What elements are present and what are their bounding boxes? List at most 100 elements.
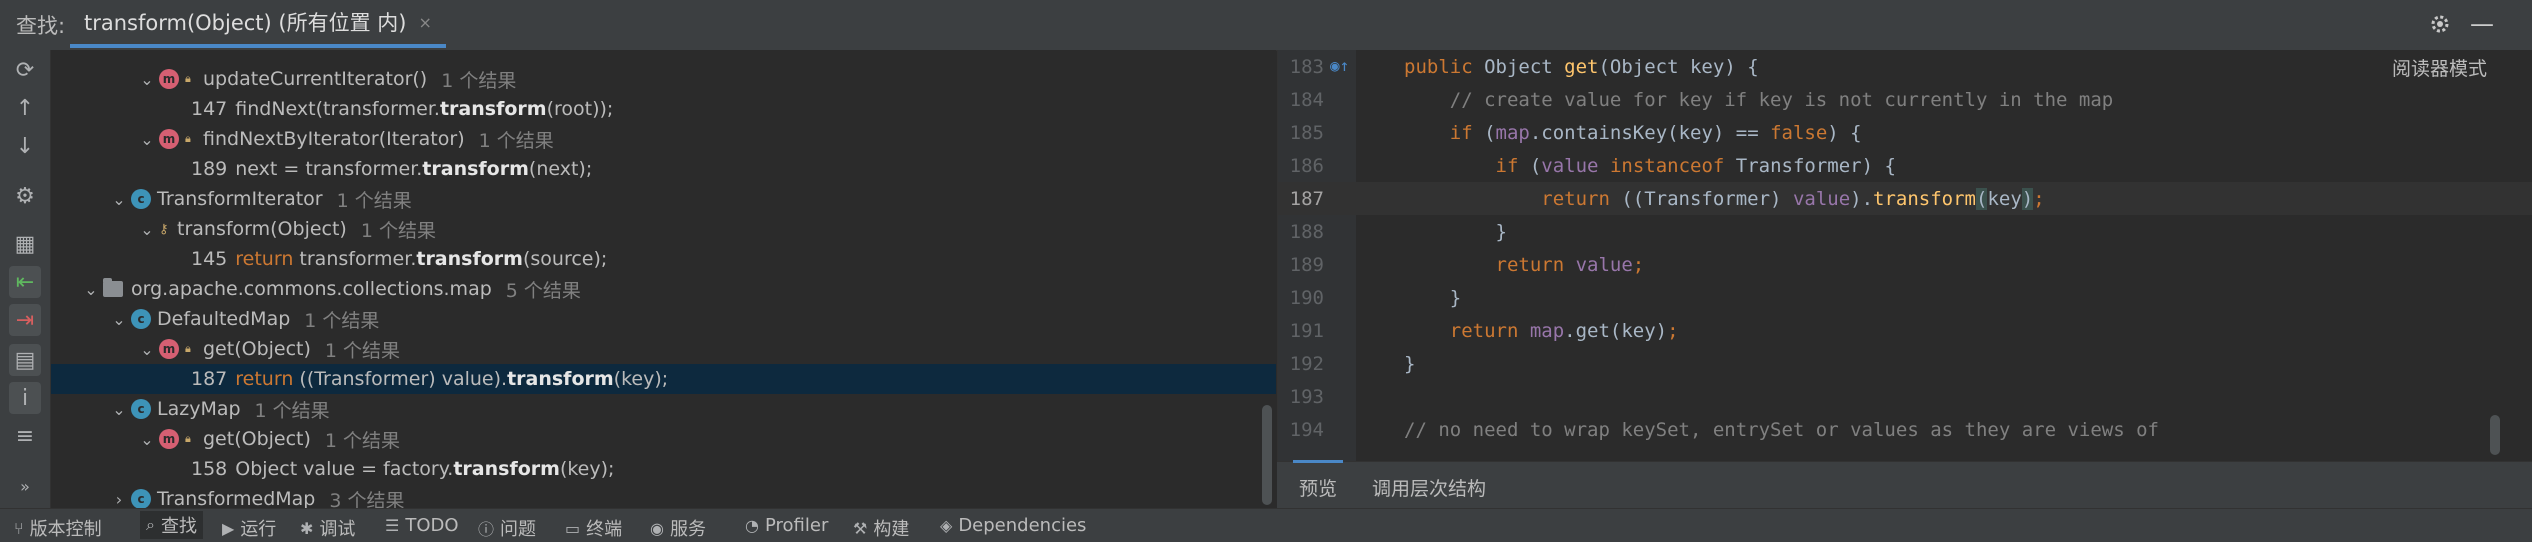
- code-token: Object: [1484, 56, 1565, 78]
- code-token: value: [1541, 155, 1610, 177]
- code-token: instanceof: [1609, 155, 1736, 177]
- arrow-down-icon[interactable]: ↓: [9, 130, 41, 162]
- code-line[interactable]: 183 ◉↑ public Object get(Object key) {: [1278, 50, 2532, 83]
- code-line[interactable]: 187 return ((Transformer) value).transfo…: [1278, 182, 2532, 215]
- tool-window-label: Dependencies: [958, 515, 1087, 536]
- info-icon[interactable]: i: [9, 382, 41, 414]
- tab-find-results[interactable]: transform(Object) (所有位置 内) ×: [70, 0, 446, 48]
- tree-node[interactable]: › c TransformedMap 3 个结果: [51, 484, 1276, 508]
- tree-node[interactable]: ⌄ m 🔒︎ updateCurrentIterator() 1 个结果: [51, 64, 1276, 94]
- result-match: transform: [422, 158, 529, 180]
- close-icon[interactable]: ×: [418, 13, 431, 32]
- tree-node[interactable]: ⌄ m 🔒︎ get(Object) 1 个结果: [51, 424, 1276, 454]
- tool-window-services[interactable]: ◉ 服务: [650, 515, 706, 541]
- preview-editor[interactable]: 183 ◉↑ public Object get(Object key) {184 …: [1277, 50, 2532, 461]
- tree-node[interactable]: ⌄ ⚷ transform(Object) 1 个结果: [51, 214, 1276, 244]
- code-token: return: [1404, 254, 1576, 276]
- chevron-down-icon[interactable]: ⌄: [135, 340, 159, 359]
- chevron-down-icon[interactable]: ⌄: [107, 400, 131, 419]
- code-line[interactable]: 186 if (value instanceof Transformer) {: [1278, 149, 2532, 182]
- settings-icon[interactable]: ⚙: [9, 180, 41, 212]
- code-line[interactable]: 189 return value;: [1278, 248, 2532, 281]
- code-token: }: [1404, 221, 1507, 243]
- navigate-in-icon[interactable]: ⇤: [9, 266, 41, 298]
- tree-node-name: DefaultedMap: [157, 308, 291, 330]
- tool-window-label: TODO: [405, 515, 459, 536]
- tool-window-terminal[interactable]: ▭ 终端: [565, 515, 622, 541]
- code-token: ;: [1632, 254, 1645, 276]
- code-line[interactable]: 192}: [1278, 347, 2532, 380]
- tool-window-profiler[interactable]: ◔ Profiler: [745, 515, 828, 536]
- chevron-down-icon[interactable]: ⌄: [135, 430, 159, 449]
- tree-node[interactable]: ⌄ c TransformIterator 1 个结果: [51, 184, 1276, 214]
- chevron-down-icon[interactable]: ⌄: [107, 190, 131, 209]
- reader-mode-button[interactable]: 阅读器模式: [2392, 54, 2487, 81]
- tool-window-search[interactable]: ⌕ 查找: [140, 511, 203, 539]
- tool-window-problems[interactable]: ⓘ 问题: [478, 515, 536, 541]
- chevron-down-icon[interactable]: ⌄: [135, 130, 159, 149]
- tool-window-label: 问题: [500, 519, 537, 540]
- class-icon: c: [131, 399, 151, 419]
- refresh-icon[interactable]: ⟳: [9, 54, 41, 86]
- tool-window-todo[interactable]: ☰ TODO: [385, 515, 459, 536]
- code-line[interactable]: 191 return map.get(key);: [1278, 314, 2532, 347]
- result-line-number: 189: [191, 158, 228, 180]
- result-line[interactable]: 189 next = transformer. transform (next);: [51, 154, 1276, 184]
- result-line[interactable]: 145 return transformer. transform (source);: [51, 244, 1276, 274]
- result-line[interactable]: 147 findNext(transformer. transform (root))…: [51, 94, 1276, 124]
- chevron-down-icon[interactable]: ⌄: [79, 280, 103, 299]
- line-number: 187: [1289, 188, 1324, 210]
- chevron-down-icon[interactable]: ⌄: [107, 310, 131, 329]
- chevron-down-icon[interactable]: ⌄: [135, 220, 159, 239]
- tool-window-run[interactable]: ▶ 运行: [222, 515, 276, 541]
- code-token: (: [1484, 122, 1496, 144]
- chevron-right-icon[interactable]: ›: [107, 490, 131, 509]
- code-token: ;: [2033, 188, 2045, 210]
- code-line[interactable]: 184 // create value for key if key is no…: [1278, 83, 2532, 116]
- result-code-prefix: findNext(transformer.: [235, 98, 440, 120]
- tree-node[interactable]: ⌄ c LazyMap 1 个结果: [51, 394, 1276, 424]
- tool-window-debug[interactable]: ✱ 调试: [300, 515, 355, 541]
- tool-window-build[interactable]: ⚒ 构建: [853, 515, 909, 541]
- tab-call-hierarchy[interactable]: 调用层次结构: [1372, 474, 1486, 501]
- tree-node[interactable]: ⌄ org.apache.commons.collections.map 5 个结果: [51, 274, 1276, 304]
- tool-window-branch[interactable]: ⑂ 版本控制: [14, 515, 102, 541]
- tab-preview[interactable]: 预览: [1292, 460, 1344, 501]
- result-match: transform: [439, 98, 547, 120]
- tool-window-dependencies[interactable]: ◈ Dependencies: [940, 515, 1086, 536]
- tree-node-name: org.apache.commons.collections.map: [131, 278, 492, 300]
- override-marker-icon[interactable]: ◉↑: [1330, 56, 1349, 75]
- group-icon[interactable]: ▦: [9, 228, 41, 260]
- tree-scrollbar[interactable]: [1262, 405, 1272, 505]
- access-lock-icon: 🔒︎: [185, 132, 191, 145]
- minimize-icon[interactable]: —: [2470, 10, 2494, 38]
- result-line[interactable]: 187 return ((Transformer) value). transfor…: [51, 364, 1276, 394]
- code-token: ): [2021, 188, 2034, 210]
- navigate-out-icon[interactable]: ⇥: [9, 304, 41, 336]
- line-number: 191: [1289, 320, 1324, 342]
- expand-icon[interactable]: ≡: [9, 420, 41, 452]
- result-line[interactable]: 158 Object value = factory. transform (key)…: [51, 454, 1276, 484]
- editor-scrollbar[interactable]: [2490, 415, 2500, 455]
- code-text: return map.get(key);: [1404, 320, 1679, 342]
- code-line[interactable]: 194 // no need to wrap keySet, entrySet o…: [1278, 413, 2532, 446]
- tree-node[interactable]: ⌄ c DefaultedMap 1 个结果: [51, 304, 1276, 334]
- folder-icon[interactable]: ▤: [9, 344, 41, 376]
- ide-window: 查找: transform(Object) (所有位置 内) × — ⟳ ↑ ↓…: [0, 0, 2532, 542]
- gear-icon[interactable]: [2428, 12, 2452, 36]
- code-line[interactable]: 185 if (map.containsKey(key) == false) {: [1278, 116, 2532, 149]
- tree-node-name: LazyMap: [157, 398, 241, 420]
- tool-window-label: 查找: [160, 516, 197, 537]
- result-match: transform: [416, 248, 523, 270]
- code-line[interactable]: 190 }: [1278, 281, 2532, 314]
- more-icon[interactable]: »: [9, 470, 41, 502]
- tree-node[interactable]: ⌄ m 🔒︎ get(Object) 1 个结果: [51, 334, 1276, 364]
- result-count: 5 个结果: [505, 279, 581, 302]
- tree-node[interactable]: ⌄ m 🔒︎ findNextByIterator(Iterator) 1 个结果: [51, 124, 1276, 154]
- code-line[interactable]: 193: [1278, 380, 2532, 413]
- arrow-up-icon[interactable]: ↑: [9, 92, 41, 124]
- chevron-down-icon[interactable]: ⌄: [135, 70, 159, 89]
- result-count: 1 个结果: [441, 69, 517, 92]
- line-number: 185: [1289, 122, 1324, 144]
- code-line[interactable]: 188 }: [1278, 215, 2532, 248]
